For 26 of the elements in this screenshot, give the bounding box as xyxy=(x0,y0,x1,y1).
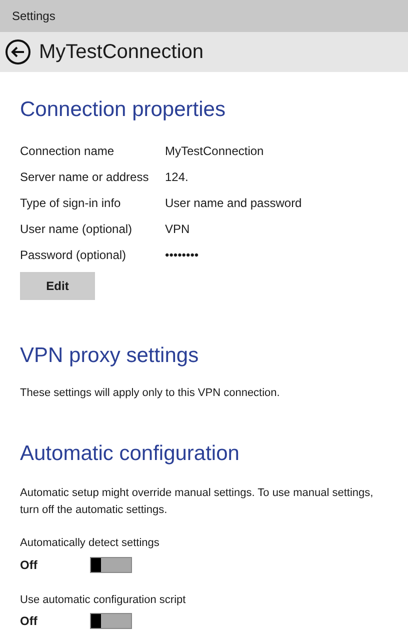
section-heading: Automatic configuration xyxy=(20,440,240,466)
back-button[interactable] xyxy=(5,39,31,65)
section-description: These settings will apply only to this VPN connection. xyxy=(20,386,281,401)
property-value: User name and password xyxy=(165,194,302,212)
toggle-label: Automatically detect settings xyxy=(20,536,160,551)
section-heading: Connection properties xyxy=(20,97,226,123)
toggle-state: Off xyxy=(20,613,38,630)
edit-button[interactable]: Edit xyxy=(20,272,95,300)
window-title: Settings xyxy=(12,8,56,25)
toggle-state: Off xyxy=(20,556,38,574)
property-value: •••••••• xyxy=(165,246,199,264)
toggle-switch[interactable] xyxy=(90,556,132,572)
toggle-label: Use automatic configuration script xyxy=(20,592,187,608)
property-label: Server name or address xyxy=(20,168,150,186)
property-label: Password (optional) xyxy=(20,246,128,264)
back-icon xyxy=(5,39,31,65)
section-heading: VPN proxy settings xyxy=(20,342,200,368)
property-value: MyTestConnection xyxy=(165,142,264,160)
property-label: Connection name xyxy=(20,142,116,160)
property-value: 124. xyxy=(165,168,188,186)
toggle-switch[interactable] xyxy=(90,613,132,629)
property-value: VPN xyxy=(165,220,190,238)
page-title: MyTestConnection xyxy=(39,40,204,65)
property-label: User name (optional) xyxy=(20,220,134,238)
property-label: Type of sign-in info xyxy=(20,194,122,212)
section-description: Automatic setup might override manual settings. To use manual settings, turn off the automatic settings. xyxy=(20,486,374,518)
